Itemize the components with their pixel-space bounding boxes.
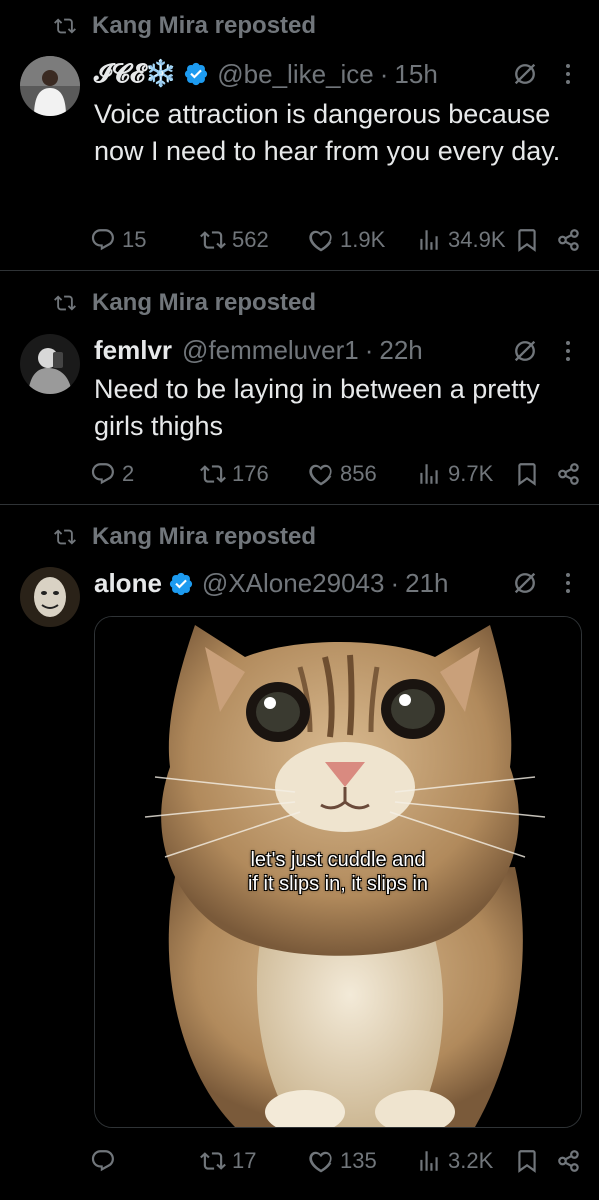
views-icon [416, 461, 442, 487]
like-icon [308, 461, 334, 487]
avatar[interactable] [20, 334, 80, 394]
views-count: 3.2K [448, 1148, 494, 1173]
post-text: Need to be laying in between a pretty gi… [94, 374, 540, 441]
cat-illustration [95, 617, 581, 1127]
views-button[interactable]: 34.9K [416, 222, 506, 258]
bookmark-icon [514, 1148, 540, 1174]
repost-button[interactable]: 17 [200, 1143, 256, 1179]
grok-icon[interactable] [511, 60, 539, 88]
like-button[interactable]: 856 [308, 456, 377, 492]
retweet-icon [200, 1148, 226, 1174]
display-name[interactable]: femlvr [94, 335, 172, 366]
display-name[interactable]: 𝓘𝓒𝓔❄️ [94, 58, 177, 90]
avatar[interactable] [20, 567, 80, 627]
reply-icon [90, 1148, 116, 1174]
like-count: 856 [340, 461, 377, 486]
post-1[interactable]: Kang Mira reposted 𝓘𝓒𝓔❄️ @be_like_ice · … [0, 0, 599, 270]
repost-label: Kang Mira reposted [92, 523, 317, 550]
like-icon [308, 227, 334, 253]
separator-dot: · [379, 58, 389, 89]
more-icon[interactable] [564, 571, 572, 595]
post-header: 𝓘𝓒𝓔❄️ @be_like_ice · 15h [94, 58, 438, 90]
reply-button[interactable]: 2 [90, 456, 134, 492]
action-bar: 17 135 3.2K [90, 1143, 582, 1179]
separator-dot: · [364, 335, 374, 365]
views-count: 9.7K [448, 461, 494, 486]
handle[interactable]: @femmeluver1 [182, 335, 359, 366]
like-count: 135 [340, 1148, 377, 1173]
repost-icon [52, 526, 78, 548]
reply-count: 2 [122, 461, 135, 486]
like-button[interactable]: 135 [308, 1143, 377, 1179]
verified-badge-icon [183, 61, 209, 87]
repost-button[interactable]: 176 [200, 456, 269, 492]
reply-button[interactable] [90, 1143, 122, 1179]
bookmark-button[interactable] [514, 456, 540, 492]
handle[interactable]: @XAlone29043 [202, 568, 385, 599]
like-button[interactable]: 1.9K [308, 222, 385, 258]
post-text: Voice attraction is dangerous because no… [94, 99, 561, 166]
repost-icon [52, 15, 78, 37]
image-caption-line-2: if it slips in, it slips in [247, 873, 429, 895]
like-icon [308, 1148, 334, 1174]
post-2[interactable]: Kang Mira reposted femlvr @femmeluver1 ·… [0, 271, 599, 504]
post-header: alone @XAlone29043 · 21h [94, 568, 449, 599]
retweet-icon [200, 227, 226, 253]
post-image[interactable]: let's just cuddle and if it slips in, it… [94, 616, 582, 1128]
repost-label: Kang Mira reposted [92, 12, 317, 39]
post-header: femlvr @femmeluver1 · 22h [94, 335, 423, 366]
timestamp[interactable]: 22h [379, 335, 422, 366]
avatar[interactable] [20, 56, 80, 116]
action-bar: 15 562 1.9K 34.9K [90, 222, 582, 258]
verified-badge-icon [168, 571, 194, 597]
repost-button[interactable]: 562 [200, 222, 269, 258]
handle[interactable]: @be_like_ice [217, 59, 373, 90]
bookmark-button[interactable] [514, 1143, 540, 1179]
views-icon [416, 227, 442, 253]
bookmark-icon [514, 461, 540, 487]
repost-indicator[interactable]: Kang Mira reposted [52, 523, 316, 551]
views-icon [416, 1148, 442, 1174]
more-icon[interactable] [564, 339, 572, 363]
share-icon [556, 227, 582, 253]
reply-icon [90, 461, 116, 487]
reply-button[interactable]: 15 [90, 222, 146, 258]
repost-label: Kang Mira reposted [92, 289, 317, 316]
repost-indicator[interactable]: Kang Mira reposted [52, 289, 316, 317]
repost-count: 562 [232, 227, 269, 252]
share-icon [556, 461, 582, 487]
views-button[interactable]: 9.7K [416, 456, 493, 492]
views-button[interactable]: 3.2K [416, 1143, 493, 1179]
share-button[interactable] [556, 456, 582, 492]
like-count: 1.9K [340, 227, 386, 252]
retweet-icon [200, 461, 226, 487]
more-icon[interactable] [564, 62, 572, 86]
grok-icon[interactable] [511, 569, 539, 597]
share-icon [556, 1148, 582, 1174]
reply-icon [90, 227, 116, 253]
timestamp[interactable]: 21h [405, 568, 448, 599]
repost-count: 176 [232, 461, 269, 486]
share-button[interactable] [556, 1143, 582, 1179]
action-bar: 2 176 856 9.7K [90, 456, 582, 492]
display-name[interactable]: alone [94, 568, 162, 599]
image-caption-line-1: let's just cuddle and [250, 849, 426, 871]
timestamp[interactable]: 15h [394, 59, 437, 90]
share-button[interactable] [556, 222, 582, 258]
views-count: 34.9K [448, 227, 506, 252]
bookmark-button[interactable] [514, 222, 540, 258]
grok-icon[interactable] [511, 337, 539, 365]
separator-dot: · [390, 568, 400, 598]
repost-indicator[interactable]: Kang Mira reposted [52, 12, 316, 40]
repost-count: 17 [232, 1148, 257, 1173]
repost-icon [52, 292, 78, 314]
reply-count: 15 [122, 227, 147, 252]
bookmark-icon [514, 227, 540, 253]
